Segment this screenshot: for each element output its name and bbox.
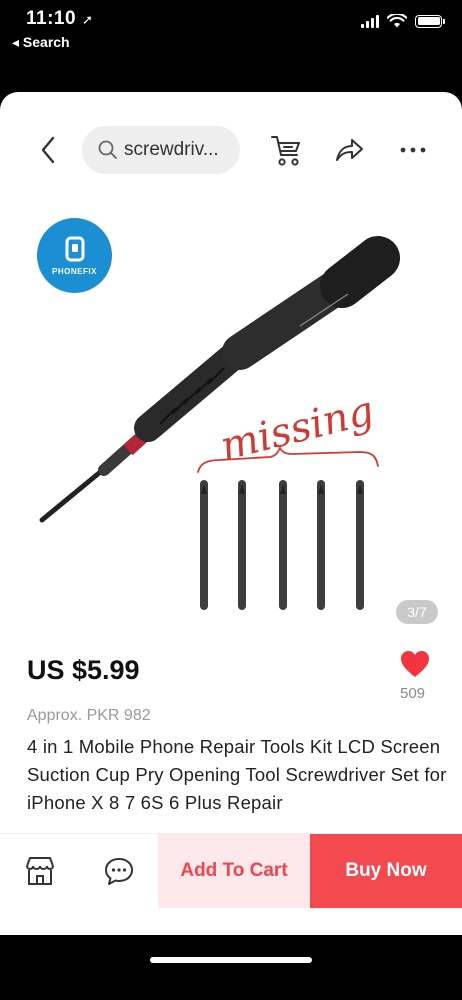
- product-detail-screen: screwdriv... missing PHONEFIX 3/7 US $5.…: [0, 92, 462, 935]
- location-arrow-icon: ➚: [82, 12, 93, 27]
- back-arrow-icon[interactable]: [38, 136, 60, 164]
- product-title: 4 in 1 Mobile Phone Repair Tools Kit LCD…: [27, 736, 447, 813]
- approx-local-price: Approx. PKR 982: [27, 707, 151, 724]
- phonefix-logo-icon: [65, 236, 84, 262]
- search-query: screwdriv...: [124, 139, 219, 160]
- add-to-cart-button[interactable]: Add To Cart: [158, 834, 310, 908]
- cart-icon[interactable]: [270, 133, 302, 167]
- home-indicator-area: [0, 935, 462, 1000]
- search-icon: [98, 140, 117, 159]
- brand-logo-text: PHONEFIX: [52, 267, 97, 276]
- more-options-icon[interactable]: [398, 138, 428, 162]
- bottom-action-bar: Add To Cart Buy Now: [0, 833, 462, 908]
- wishlist-heart-icon[interactable]: [399, 649, 431, 679]
- search-input[interactable]: screwdriv...: [82, 126, 240, 174]
- top-nav: screwdriv...: [0, 122, 462, 178]
- battery-icon: [415, 14, 445, 28]
- handwritten-annotation: missing: [216, 388, 378, 470]
- wishlist-count: 509: [400, 685, 426, 702]
- brand-logo: PHONEFIX: [37, 218, 112, 293]
- status-icons: [361, 14, 445, 28]
- screwdriver-bits: [200, 480, 364, 610]
- product-price: US $5.99: [27, 655, 140, 685]
- home-indicator[interactable]: [150, 957, 312, 963]
- screwdriver-illustration: [39, 236, 400, 523]
- product-image-gallery[interactable]: missing PHONEFIX 3/7: [0, 202, 462, 722]
- back-to-search-link[interactable]: ◂ Search: [12, 34, 70, 51]
- store-button[interactable]: [0, 834, 79, 908]
- status-bar: 11:10 ➚ ◂ Search: [0, 0, 462, 92]
- chat-icon: [104, 858, 133, 885]
- status-time: 11:10: [26, 8, 77, 29]
- chat-button[interactable]: [79, 834, 158, 908]
- wifi-icon: [387, 14, 407, 28]
- cellular-signal-icon: [361, 14, 379, 28]
- store-icon: [25, 857, 54, 885]
- buy-now-button[interactable]: Buy Now: [310, 834, 462, 908]
- image-counter: 3/7: [396, 600, 438, 624]
- share-icon[interactable]: [334, 136, 364, 164]
